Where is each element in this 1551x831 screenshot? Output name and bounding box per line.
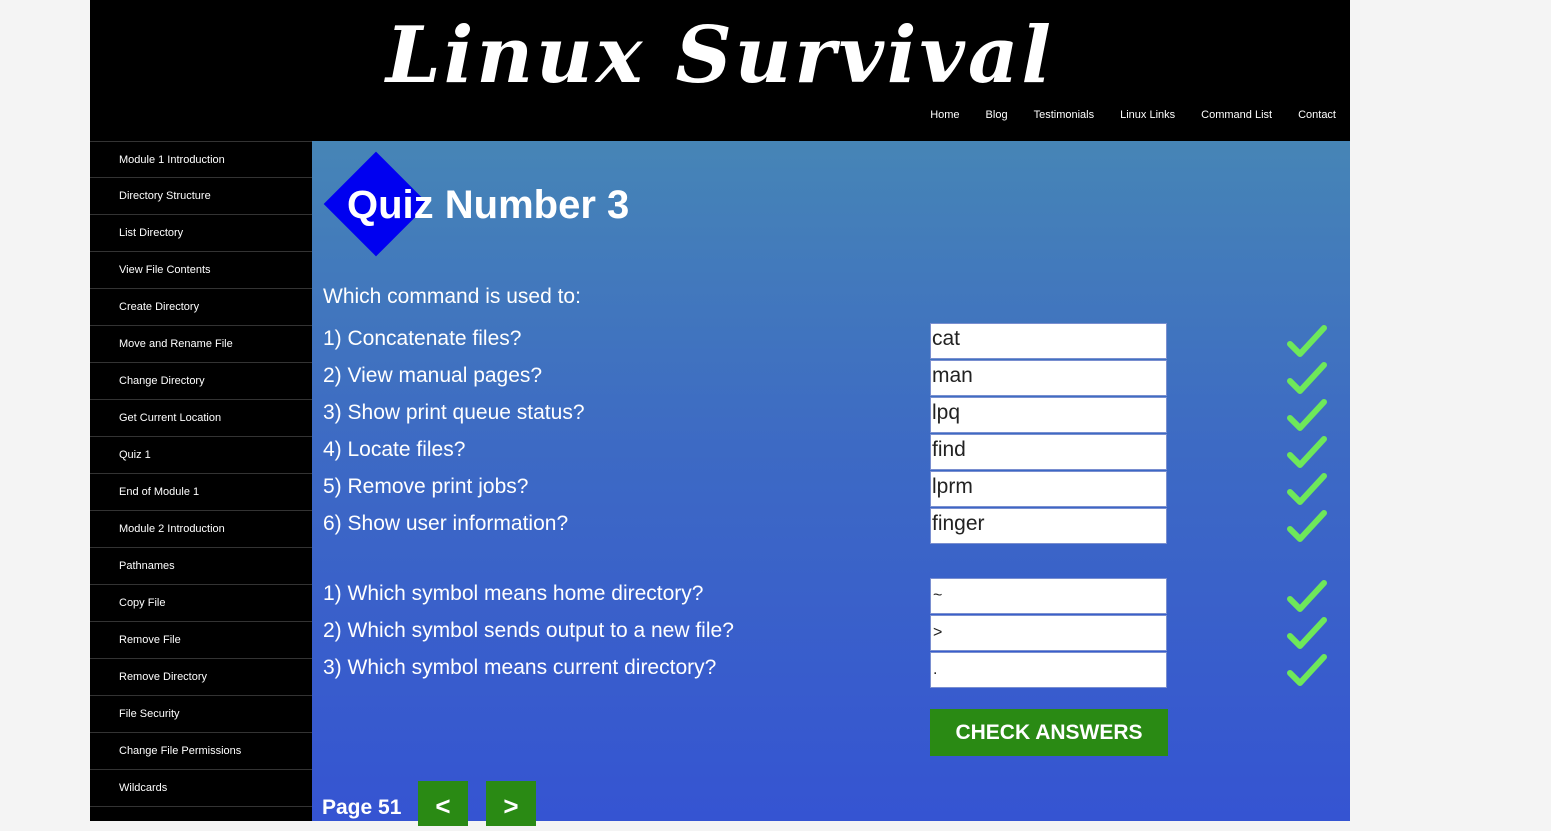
check-mark-icon — [1287, 473, 1327, 505]
quiz-content: Quiz Number 3 Which command is used to: … — [312, 141, 1350, 826]
sidebar-item-module-1-intro[interactable]: Module 1 Introduction — [90, 141, 312, 178]
check-mark-icon — [1287, 580, 1327, 612]
question-row: 3) Which symbol means current directory?… — [312, 652, 1350, 689]
question-row: 4) Locate files? find — [312, 434, 1350, 471]
answer-input[interactable]: ~ — [930, 578, 1167, 614]
question-row: 6) Show user information? finger — [312, 508, 1350, 545]
check-mark-icon — [1287, 510, 1327, 542]
question-row: 2) View manual pages? man — [312, 360, 1350, 397]
question-row: 1) Which symbol means home directory? ~ — [312, 578, 1350, 615]
question-text: 3) Which symbol means current directory? — [323, 656, 717, 679]
check-mark-icon — [1287, 399, 1327, 431]
nav-linux-links[interactable]: Linux Links — [1120, 109, 1175, 121]
check-mark-icon — [1287, 617, 1327, 649]
site-logo[interactable]: Linux Survival — [90, 6, 1350, 106]
check-mark-icon — [1287, 436, 1327, 468]
sidebar-item-view-file-contents[interactable]: View File Contents — [90, 252, 312, 289]
sidebar-item-module-2-intro[interactable]: Module 2 Introduction — [90, 511, 312, 548]
question-text: 1) Which symbol means home directory? — [323, 582, 704, 605]
sidebar-item-move-rename-file[interactable]: Move and Rename File — [90, 326, 312, 363]
question-text: 6) Show user information? — [323, 512, 569, 535]
next-page-button[interactable]: > — [486, 781, 536, 826]
sidebar: Module 1 Introduction Directory Structur… — [90, 141, 312, 821]
sidebar-item-create-directory[interactable]: Create Directory — [90, 289, 312, 326]
sidebar-item-list-directory[interactable]: List Directory — [90, 215, 312, 252]
answer-input[interactable]: . — [930, 652, 1167, 688]
question-text: 5) Remove print jobs? — [323, 475, 529, 498]
sidebar-item-remove-directory[interactable]: Remove Directory — [90, 659, 312, 696]
sidebar-item-pathnames[interactable]: Pathnames — [90, 548, 312, 585]
answer-input[interactable]: find — [930, 434, 1167, 470]
answer-input[interactable]: cat — [930, 323, 1167, 359]
sidebar-item-end-module-1[interactable]: End of Module 1 — [90, 474, 312, 511]
answer-input[interactable]: finger — [930, 508, 1167, 544]
check-mark-icon — [1287, 654, 1327, 686]
sidebar-item-quiz-1[interactable]: Quiz 1 — [90, 437, 312, 474]
question-text: 1) Concatenate files? — [323, 327, 522, 350]
sidebar-item-remove-file[interactable]: Remove File — [90, 622, 312, 659]
check-answers-button[interactable]: CHECK ANSWERS — [930, 709, 1168, 756]
site-header: Linux Survival Home Blog Testimonials Li… — [90, 0, 1350, 141]
nav-command-list[interactable]: Command List — [1201, 109, 1272, 121]
top-nav: Home Blog Testimonials Linux Links Comma… — [904, 109, 1336, 121]
sidebar-item-change-file-permissions[interactable]: Change File Permissions — [90, 733, 312, 770]
nav-contact[interactable]: Contact — [1298, 109, 1336, 121]
sidebar-item-directory-structure[interactable]: Directory Structure — [90, 178, 312, 215]
question-text: 2) View manual pages? — [323, 364, 543, 387]
question-text: 4) Locate files? — [323, 438, 466, 461]
nav-home[interactable]: Home — [930, 109, 959, 121]
question-row: 3) Show print queue status? lpq — [312, 397, 1350, 434]
question-row: 1) Concatenate files? cat — [312, 323, 1350, 360]
check-mark-icon — [1287, 325, 1327, 357]
page-frame: Linux Survival Home Blog Testimonials Li… — [90, 0, 1350, 826]
answer-input[interactable]: lpq — [930, 397, 1167, 433]
question-row: 2) Which symbol sends output to a new fi… — [312, 615, 1350, 652]
page-number: Page 51 — [322, 796, 402, 819]
check-mark-icon — [1287, 362, 1327, 394]
sidebar-item-file-security[interactable]: File Security — [90, 696, 312, 733]
quiz-intro: Which command is used to: — [323, 285, 581, 308]
answer-input[interactable]: lprm — [930, 471, 1167, 507]
answer-input[interactable]: > — [930, 615, 1167, 651]
answer-input[interactable]: man — [930, 360, 1167, 396]
nav-testimonials[interactable]: Testimonials — [1034, 109, 1095, 121]
sidebar-item-wildcards[interactable]: Wildcards — [90, 770, 312, 807]
sidebar-item-get-current-location[interactable]: Get Current Location — [90, 400, 312, 437]
sidebar-item-copy-file[interactable]: Copy File — [90, 585, 312, 622]
question-row: 5) Remove print jobs? lprm — [312, 471, 1350, 508]
sidebar-item-change-directory[interactable]: Change Directory — [90, 363, 312, 400]
prev-page-button[interactable]: < — [418, 781, 468, 826]
page-title: Quiz Number 3 — [347, 183, 630, 227]
nav-blog[interactable]: Blog — [986, 109, 1008, 121]
question-text: 3) Show print queue status? — [323, 401, 585, 424]
question-text: 2) Which symbol sends output to a new fi… — [323, 619, 734, 642]
